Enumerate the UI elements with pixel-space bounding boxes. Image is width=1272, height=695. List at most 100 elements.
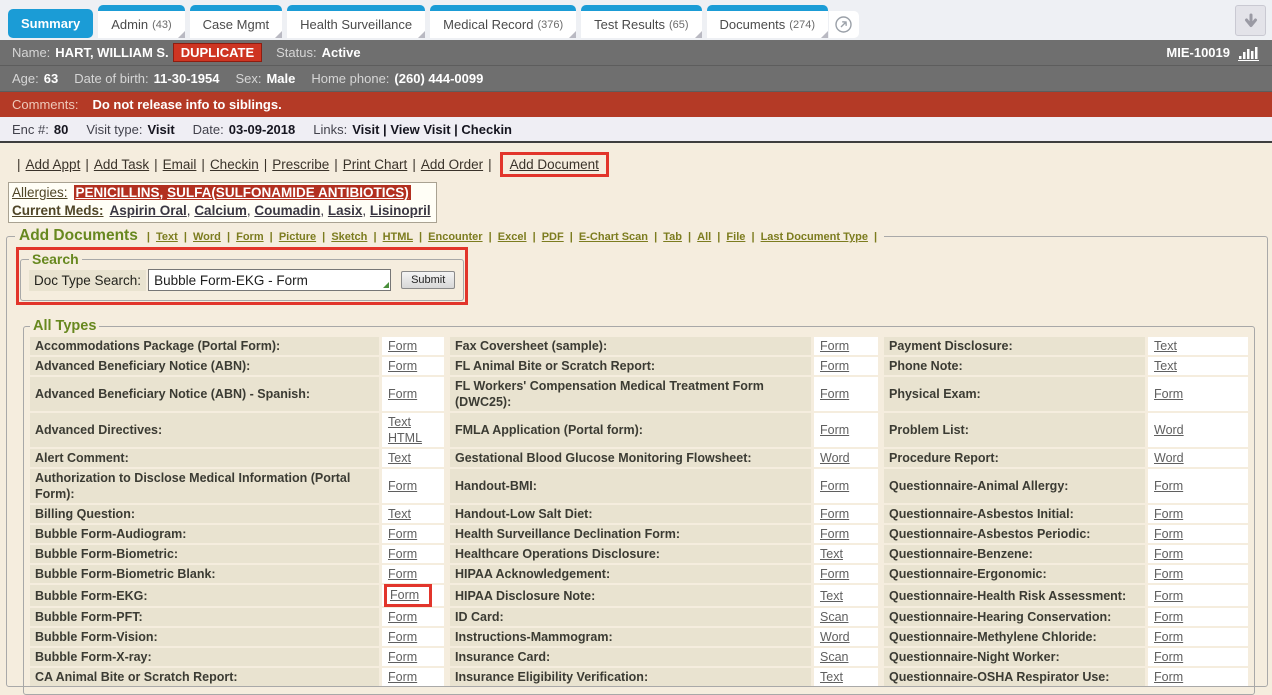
doc-format-link-bubble-form-biometric-blank-form[interactable]: Form [388,567,417,581]
allergies-link[interactable]: Allergies: [12,185,68,200]
doc-format-link-physical-exam-form[interactable]: Form [1154,387,1183,401]
doc-format-link-handout-low-salt-diet-form[interactable]: Form [820,507,849,521]
med-link-lisinopril[interactable]: Lisinopril [370,203,431,218]
doc-format-cell: Form [1148,628,1248,646]
doc-format-link-ca-animal-bite-or-scratch-report-form[interactable]: Form [388,670,417,684]
action-link-add-order[interactable]: Add Order [421,157,483,172]
tab-summary[interactable]: Summary [8,9,93,38]
allergy-link-sulfa-sulfonamide-antibiotics[interactable]: SULFA(SULFONAMIDE ANTIBIOTICS) [167,185,409,200]
doc-type-label: Advanced Beneficiary Notice (ABN) - Span… [30,377,382,411]
doc-format-cell: Form [814,357,884,375]
action-link-email[interactable]: Email [163,157,197,172]
action-link-checkin[interactable]: Checkin [210,157,259,172]
med-link-calcium[interactable]: Calcium [194,203,247,218]
scroll-down-button[interactable] [1235,5,1266,36]
doc-format-link-bubble-form-pft-form[interactable]: Form [388,610,417,624]
new-doc-type-link-last-document-type[interactable]: Last Document Type [761,231,868,243]
doc-format-link-advanced-directives-html[interactable]: HTML [388,430,438,446]
doc-format-link-handout-bmi-form[interactable]: Form [820,479,849,493]
new-doc-type-link-tab[interactable]: Tab [663,231,682,243]
doc-format-link-bubble-form-ekg-form[interactable]: Form [390,588,419,602]
doc-format-link-questionnaire-asbestos-periodic-form[interactable]: Form [1154,527,1183,541]
tab-case-mgmt[interactable]: Case Mgmt [190,5,282,38]
doc-format-link-fmla-application-portal-form-form[interactable]: Form [820,423,849,437]
doc-format-link-bubble-form-biometric-form[interactable]: Form [388,547,417,561]
doc-format-link-questionnaire-osha-respirator-use-form[interactable]: Form [1154,670,1183,684]
doc-format-link-problem-list-word[interactable]: Word [1154,423,1184,437]
doc-type-label: Questionnaire-Asbestos Initial: [884,505,1148,523]
med-link-coumadin[interactable]: Coumadin [254,203,320,218]
doc-format-link-billing-question-text[interactable]: Text [388,507,411,521]
doc-format-link-accommodations-package-portal-form-form[interactable]: Form [388,339,417,353]
doc-format-link-payment-disclosure-text[interactable]: Text [1154,339,1177,353]
doc-format-link-advanced-beneficiary-notice-abn-form[interactable]: Form [388,359,417,373]
doc-format-link-alert-comment-text[interactable]: Text [388,451,411,465]
patient-sex: Male [266,71,295,86]
new-doc-type-link-sketch[interactable]: Sketch [331,231,367,243]
doc-format-link-questionnaire-night-worker-form[interactable]: Form [1154,650,1183,664]
current-meds-list: Aspirin Oral, Calcium, Coumadin, Lasix, … [110,203,431,218]
doc-format-link-questionnaire-ergonomic-form[interactable]: Form [1154,567,1183,581]
doc-format-link-fl-workers-compensation-medical-treatment-form-dwc25-form[interactable]: Form [820,387,849,401]
med-link-lasix[interactable]: Lasix [328,203,363,218]
doc-format-link-insurance-eligibility-verification-text[interactable]: Text [820,670,843,684]
flowsheet-chart-icon[interactable] [1238,45,1260,61]
tab-documents[interactable]: Documents(274) [707,5,828,38]
doc-format-link-hipaa-disclosure-note-text[interactable]: Text [820,589,843,603]
current-meds-link[interactable]: Current Meds: [12,203,104,218]
doc-format-link-health-surveillance-declination-form-form[interactable]: Form [820,527,849,541]
new-doc-type-link-html[interactable]: HTML [383,231,413,243]
doc-format-link-fax-coversheet-sample-form[interactable]: Form [820,339,849,353]
doc-format-link-procedure-report-word[interactable]: Word [1154,451,1184,465]
doc-format-link-fl-animal-bite-or-scratch-report-form[interactable]: Form [820,359,849,373]
doc-format-link-phone-note-text[interactable]: Text [1154,359,1177,373]
doc-format-link-questionnaire-health-risk-assessment-form[interactable]: Form [1154,589,1183,603]
new-doc-type-link-form[interactable]: Form [236,231,264,243]
doc-type-search-input[interactable] [148,269,391,291]
new-doc-type-link-picture[interactable]: Picture [279,231,316,243]
tab-health-surveillance[interactable]: Health Surveillance [287,5,425,38]
action-link-add-task[interactable]: Add Task [94,157,149,172]
doc-format-link-id-card-scan[interactable]: Scan [820,610,849,624]
encounter-link-visit[interactable]: Visit [352,122,379,137]
doc-format-link-questionnaire-benzene-form[interactable]: Form [1154,547,1183,561]
doc-format-link-advanced-directives-text[interactable]: Text [388,414,438,430]
encounter-link-view-visit[interactable]: View Visit [390,122,450,137]
table-row: Billing Question:TextHandout-Low Salt Di… [30,505,1248,523]
tab-test-results[interactable]: Test Results(65) [581,5,701,38]
new-doc-type-link-excel[interactable]: Excel [498,231,527,243]
doc-format-link-questionnaire-hearing-conservation-form[interactable]: Form [1154,610,1183,624]
enc-number-label: Enc #: [12,122,49,137]
doc-format-link-gestational-blood-glucose-monitoring-flowsheet-word[interactable]: Word [820,451,850,465]
doc-format-link-advanced-beneficiary-notice-abn-spanish-form[interactable]: Form [388,387,417,401]
allergy-link-penicillins[interactable]: PENICILLINS [76,185,160,200]
doc-format-link-questionnaire-animal-allergy-form[interactable]: Form [1154,479,1183,493]
med-link-aspirin-oral[interactable]: Aspirin Oral [110,203,187,218]
doc-format-link-bubble-form-audiogram-form[interactable]: Form [388,527,417,541]
encounter-link-checkin[interactable]: Checkin [461,122,512,137]
tab-admin[interactable]: Admin(43) [98,5,184,38]
new-doc-type-link-word[interactable]: Word [193,231,221,243]
doc-format-link-questionnaire-asbestos-initial-form[interactable]: Form [1154,507,1183,521]
tab-medical-record[interactable]: Medical Record(376) [430,5,576,38]
doc-format-link-instructions-mammogram-word[interactable]: Word [820,630,850,644]
action-link-add-appt[interactable]: Add Appt [26,157,81,172]
new-doc-type-link-file[interactable]: File [726,231,745,243]
submit-button[interactable]: Submit [401,271,455,289]
new-doc-type-link-e-chart-scan[interactable]: E-Chart Scan [579,231,648,243]
new-doc-type-link-pdf[interactable]: PDF [542,231,564,243]
doc-format-link-hipaa-acknowledgement-form[interactable]: Form [820,567,849,581]
action-link-add-document[interactable]: Add Document [510,157,599,172]
action-link-prescribe[interactable]: Prescribe [272,157,329,172]
doc-format-link-bubble-form-vision-form[interactable]: Form [388,630,417,644]
doc-format-link-insurance-card-scan[interactable]: Scan [820,650,849,664]
doc-format-link-questionnaire-methylene-chloride-form[interactable]: Form [1154,630,1183,644]
new-doc-type-link-encounter[interactable]: Encounter [428,231,482,243]
action-link-print-chart[interactable]: Print Chart [343,157,408,172]
new-doc-type-link-text[interactable]: Text [156,231,178,243]
new-doc-type-link-all[interactable]: All [697,231,711,243]
doc-format-link-authorization-to-disclose-medical-information-portal-form-form[interactable]: Form [388,479,417,493]
documents-popout-stub[interactable] [829,11,859,38]
doc-format-link-bubble-form-x-ray-form[interactable]: Form [388,650,417,664]
doc-format-link-healthcare-operations-disclosure-text[interactable]: Text [820,547,843,561]
